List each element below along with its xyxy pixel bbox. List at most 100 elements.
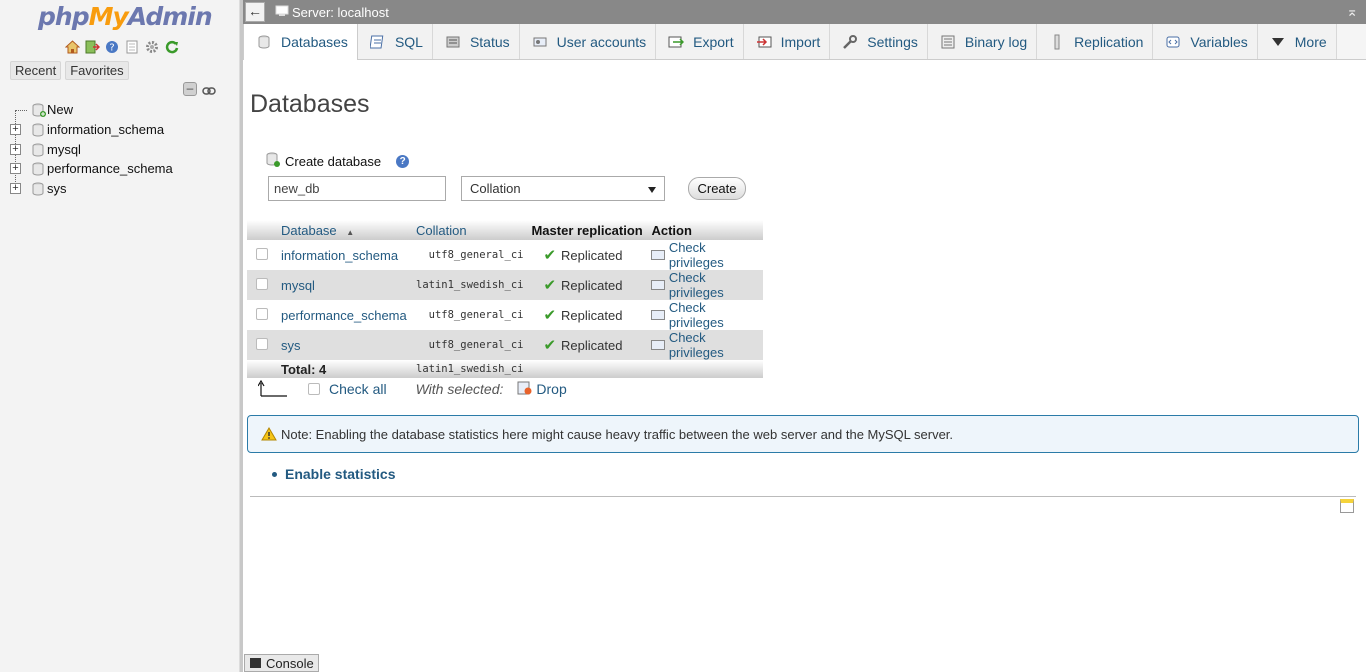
- database-link[interactable]: sys: [281, 338, 301, 353]
- create-button[interactable]: Create: [688, 177, 746, 200]
- action-cell: Check privileges: [647, 330, 763, 360]
- console-label: Console: [266, 655, 314, 671]
- collapse-all-button[interactable]: –: [183, 82, 197, 96]
- sort-ascending-icon: ▲: [346, 227, 355, 237]
- privileges-icon: [651, 340, 665, 350]
- row-checkbox[interactable]: [256, 337, 268, 350]
- check-all-checkbox[interactable]: [308, 383, 320, 395]
- check-icon: ✔: [543, 247, 557, 264]
- tab-favorites[interactable]: Favorites: [65, 61, 129, 80]
- header-select: [247, 220, 277, 240]
- help-icon[interactable]: ?: [396, 154, 410, 168]
- row-checkbox[interactable]: [256, 277, 268, 290]
- tab-status[interactable]: Status: [432, 24, 520, 59]
- phpmyadmin-logo[interactable]: phpMyAdmin: [38, 2, 213, 31]
- row-checkbox[interactable]: [256, 307, 268, 320]
- collapse-top-icon[interactable]: ⌅: [1346, 3, 1358, 20]
- expand-icon[interactable]: +: [10, 163, 21, 175]
- tab-user-accounts[interactable]: User accounts: [519, 24, 657, 59]
- tab-export[interactable]: Export: [656, 24, 744, 59]
- tree-item-label: information_schema: [47, 122, 165, 138]
- check-privileges-link[interactable]: Check privileges: [651, 270, 759, 300]
- home-icon[interactable]: [64, 39, 80, 55]
- back-button[interactable]: ←: [245, 2, 265, 22]
- database-link[interactable]: information_schema: [281, 248, 398, 263]
- table-header-row: Database ▲ Collation Master replication …: [247, 220, 763, 240]
- tab-more[interactable]: More: [1257, 24, 1337, 59]
- settings-icon[interactable]: [144, 39, 160, 55]
- check-all-control[interactable]: Check all: [308, 381, 387, 397]
- row-select-cell: [247, 330, 277, 360]
- database-link[interactable]: performance_schema: [281, 308, 407, 323]
- expand-icon[interactable]: +: [10, 183, 21, 195]
- reload-icon[interactable]: [164, 39, 180, 55]
- with-selected-label: With selected:: [415, 381, 504, 397]
- logo-my: My: [88, 2, 129, 31]
- tab-import[interactable]: Import: [743, 24, 831, 59]
- check-privileges-link[interactable]: Check privileges: [651, 300, 759, 330]
- action-label: Check privileges: [668, 330, 724, 360]
- expand-icon[interactable]: +: [10, 143, 21, 155]
- check-privileges-link[interactable]: Check privileges: [651, 330, 759, 360]
- check-privileges-link[interactable]: Check privileges: [651, 240, 759, 270]
- replication-status: Replicated: [561, 277, 623, 293]
- link-with-main-icon[interactable]: [202, 84, 216, 95]
- expand-icon[interactable]: +: [10, 124, 21, 136]
- logout-icon[interactable]: [84, 39, 100, 55]
- action-cell: Check privileges: [647, 300, 763, 330]
- variables-icon: [1165, 34, 1181, 50]
- breadcrumb[interactable]: Server: localhost: [275, 5, 389, 20]
- logo-php: php: [38, 2, 90, 31]
- nav-icon-bar: ?: [64, 39, 180, 55]
- tab-replication[interactable]: Replication: [1037, 24, 1154, 59]
- triangle-down-icon: [1270, 34, 1286, 50]
- docs-icon[interactable]: [124, 39, 140, 55]
- row-checkbox[interactable]: [256, 247, 268, 260]
- databases-table: Database ▲ Collation Master replication …: [247, 220, 763, 378]
- tab-variables[interactable]: Variables: [1153, 24, 1258, 59]
- table-row: performance_schema utf8_general_ci ✔ Repl…: [247, 300, 763, 330]
- header-master-replication: Master replication: [527, 220, 648, 240]
- drop-button[interactable]: Drop: [517, 381, 567, 398]
- database-name-input[interactable]: [268, 176, 446, 201]
- replication-cell: ✔ Replicated: [527, 330, 648, 360]
- collation-select[interactable]: Collation: [461, 176, 665, 201]
- replication-icon: [1049, 34, 1065, 50]
- header-collation[interactable]: Collation: [412, 220, 528, 240]
- tab-sql[interactable]: SQL: [357, 24, 433, 59]
- action-cell: Check privileges: [647, 240, 763, 270]
- database-icon: [32, 182, 44, 196]
- total-row: Total: 4 latin1_swedish_ci: [247, 360, 763, 378]
- tab-binary-log[interactable]: Binary log: [927, 24, 1038, 59]
- tree-item-label: performance_schema: [47, 161, 173, 177]
- tree-item-performance-schema[interactable]: + performance_schema: [8, 159, 173, 179]
- tree-item-sys[interactable]: + sys: [8, 179, 173, 199]
- binlog-icon: [940, 34, 956, 50]
- tree-item-new[interactable]: New: [8, 100, 173, 120]
- tab-label: Replication: [1074, 33, 1144, 50]
- tree-item-label: New: [47, 102, 74, 118]
- privileges-icon: [651, 310, 665, 320]
- tab-settings[interactable]: Settings: [830, 24, 928, 59]
- nav-resize-handle[interactable]: [240, 0, 243, 672]
- notepad-icon[interactable]: [1340, 499, 1354, 513]
- console-toggle[interactable]: Console: [244, 654, 319, 672]
- enable-statistics-link[interactable]: Enable statistics: [285, 466, 396, 482]
- help-icon[interactable]: ?: [104, 39, 120, 55]
- tree-item-mysql[interactable]: + mysql: [8, 139, 173, 159]
- database-link[interactable]: mysql: [281, 278, 315, 293]
- tab-label: Import: [780, 33, 821, 50]
- tab-label: SQL: [394, 33, 423, 50]
- console-icon: [250, 658, 261, 668]
- total-spacer: [527, 360, 648, 378]
- tree-item-information-schema[interactable]: + information_schema: [8, 120, 173, 140]
- header-database[interactable]: Database ▲: [277, 220, 412, 240]
- tab-recent[interactable]: Recent: [10, 61, 62, 80]
- database-name-cell: mysql: [277, 270, 412, 300]
- notice-text: Note: Enabling the database statistics h…: [281, 426, 954, 442]
- check-icon: ✔: [543, 337, 557, 354]
- check-icon: ✔: [543, 277, 557, 294]
- database-icon: [32, 143, 44, 157]
- table-row: information_schema utf8_general_ci ✔ Repl…: [247, 240, 763, 270]
- tab-databases[interactable]: Databases: [243, 24, 358, 60]
